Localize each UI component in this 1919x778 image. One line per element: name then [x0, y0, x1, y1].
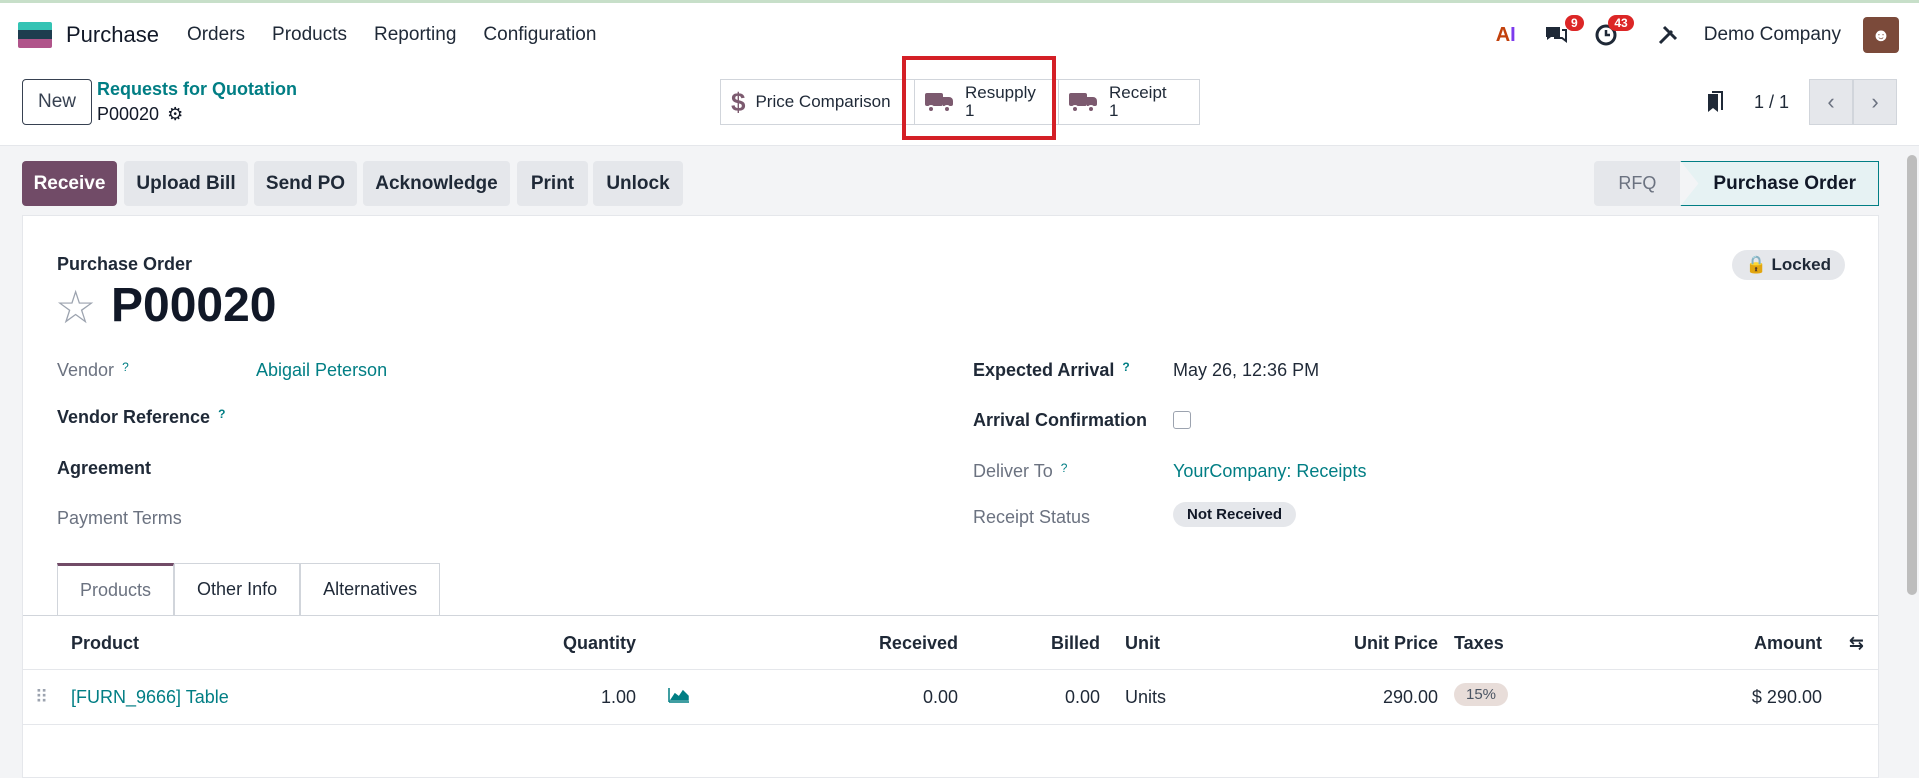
company-switcher[interactable]: Demo Company [1704, 24, 1841, 46]
receipt-status-badge: Not Received [1173, 502, 1297, 527]
lock-icon: 🔒 [1745, 255, 1767, 274]
table-row[interactable]: ⠿ [FURN_9666] Table 1.00 0.00 0.00 Units… [23, 670, 1878, 725]
receipt-count: 1 [1109, 101, 1119, 120]
col-unit[interactable]: Unit [1125, 633, 1160, 654]
chat-icon[interactable]: 9 [1542, 15, 1584, 49]
help-mark: ? [218, 407, 226, 421]
upload-bill-button[interactable]: Upload Bill [124, 161, 248, 206]
truck-icon [1069, 91, 1099, 113]
forecast-chart-icon[interactable] [668, 687, 690, 708]
row-tax-badge[interactable]: 15% [1454, 683, 1509, 706]
price-comparison-smart-button[interactable]: $ Price Comparison [720, 79, 915, 125]
expected-arrival-field[interactable]: May 26, 12:36 PM [1173, 360, 1319, 381]
bookmark-icon[interactable] [1706, 90, 1726, 120]
clock-icon[interactable]: 43 [1592, 15, 1634, 49]
tools-icon[interactable] [1654, 21, 1682, 49]
purchase-app-icon[interactable] [18, 21, 52, 48]
col-taxes[interactable]: Taxes [1454, 633, 1504, 654]
row-received: 0.00 [922, 687, 958, 707]
dollar-icon: $ [731, 86, 746, 117]
receipt-smart-button[interactable]: Receipt 1 [1058, 79, 1200, 125]
price-comparison-label: Price Comparison [755, 92, 891, 111]
deliver-to-label: Deliver To? [973, 461, 1067, 482]
vendor-field[interactable]: Abigail Peterson [256, 360, 387, 381]
acknowledge-button[interactable]: Acknowledge [363, 161, 510, 206]
help-mark: ? [122, 360, 129, 374]
drag-handle-icon[interactable]: ⠿ [35, 687, 48, 708]
status-rfq[interactable]: RFQ [1594, 161, 1681, 206]
optional-columns-icon[interactable]: ⇆ [1849, 633, 1864, 654]
vendor-label: Vendor? [57, 360, 129, 381]
row-unit-price[interactable]: 290.00 [1383, 687, 1438, 708]
page-scrollbar[interactable] [1907, 155, 1917, 595]
chevron-left-icon: ‹ [1827, 89, 1835, 114]
user-avatar[interactable]: ☻ [1863, 17, 1899, 53]
action-bar: Receive Upload Bill Send PO Acknowledge … [0, 146, 1919, 212]
send-po-button[interactable]: Send PO [254, 161, 357, 206]
col-unit-price[interactable]: Unit Price [1354, 633, 1438, 654]
col-product[interactable]: Product [71, 633, 139, 654]
expected-arrival-label: Expected Arrival? [973, 360, 1130, 381]
breadcrumb-current: P00020 ⚙ [97, 104, 183, 125]
expected-arrival-label-text: Expected Arrival [973, 360, 1115, 380]
help-mark: ? [1122, 360, 1130, 374]
col-billed[interactable]: Billed [1051, 633, 1100, 654]
payment-terms-label: Payment Terms [57, 508, 182, 528]
form-title-label: Purchase Order [57, 254, 193, 274]
gear-icon[interactable]: ⚙ [167, 104, 183, 125]
star-icon[interactable]: ☆ [55, 280, 96, 334]
ai-icon[interactable]: AI [1492, 21, 1520, 49]
breadcrumb-current-label: P00020 [97, 104, 160, 124]
menu-reporting[interactable]: Reporting [374, 24, 456, 46]
pager: 1 / 1 ‹ › [1754, 79, 1897, 125]
print-button[interactable]: Print [517, 161, 588, 206]
menu-configuration[interactable]: Configuration [483, 24, 596, 46]
row-quantity[interactable]: 1.00 [601, 687, 636, 708]
notebook-tabs: Products Other Info Alternatives [57, 563, 441, 615]
receipt-status-label: Receipt Status [973, 507, 1091, 527]
menu-orders[interactable]: Orders [187, 24, 245, 46]
resupply-highlight-box [902, 56, 1056, 140]
tab-other-info[interactable]: Other Info [174, 563, 301, 615]
locked-label: Locked [1771, 255, 1831, 274]
pager-value[interactable]: 1 / 1 [1754, 92, 1789, 113]
row-product[interactable]: [FURN_9666] Table [71, 687, 229, 708]
vendor-reference-label-text: Vendor Reference [57, 407, 211, 427]
app-name[interactable]: Purchase [66, 22, 159, 48]
arrival-confirmation-checkbox[interactable] [1173, 411, 1191, 429]
order-name: P00020 [111, 279, 277, 332]
row-unit[interactable]: Units [1125, 687, 1166, 708]
col-received[interactable]: Received [879, 633, 958, 654]
col-quantity[interactable]: Quantity [563, 633, 636, 654]
unlock-button[interactable]: Unlock [593, 161, 683, 206]
deliver-to-label-text: Deliver To [973, 461, 1053, 481]
agreement-label: Agreement [57, 458, 152, 478]
receive-button[interactable]: Receive [22, 161, 117, 206]
status-bar: RFQ Purchase Order [1594, 161, 1879, 206]
pager-previous-button[interactable]: ‹ [1809, 79, 1853, 125]
messages-count-badge: 9 [1565, 15, 1584, 31]
help-mark: ? [1060, 461, 1068, 475]
tab-products[interactable]: Products [57, 563, 175, 615]
status-purchase-order[interactable]: Purchase Order [1680, 161, 1879, 206]
receipt-label: Receipt [1109, 83, 1167, 102]
vendor-reference-label: Vendor Reference? [57, 407, 225, 428]
col-amount[interactable]: Amount [1754, 633, 1822, 654]
form-sheet: Purchase Order ☆ P00020 🔒 Locked Vendor?… [22, 215, 1879, 778]
new-button[interactable]: New [22, 79, 92, 125]
chevron-right-icon: › [1871, 89, 1879, 114]
arrival-confirmation-label: Arrival Confirmation [973, 410, 1148, 430]
vendor-label-text: Vendor [57, 360, 115, 380]
breadcrumb-rfq-link[interactable]: Requests for Quotation [97, 79, 297, 100]
locked-badge: 🔒 Locked [1731, 250, 1845, 280]
activities-count-badge: 43 [1608, 15, 1634, 31]
row-amount: $ 290.00 [1751, 687, 1822, 707]
table-header: Product Quantity Received Billed Unit Un… [23, 616, 1878, 670]
pager-next-button[interactable]: › [1853, 79, 1897, 125]
tab-alternatives[interactable]: Alternatives [300, 563, 441, 615]
navbar-systray: AI 9 43 Demo Company ☻ [1492, 15, 1899, 53]
row-billed: 0.00 [1064, 687, 1100, 707]
deliver-to-field[interactable]: YourCompany: Receipts [1173, 461, 1366, 482]
menu-products[interactable]: Products [272, 24, 347, 46]
